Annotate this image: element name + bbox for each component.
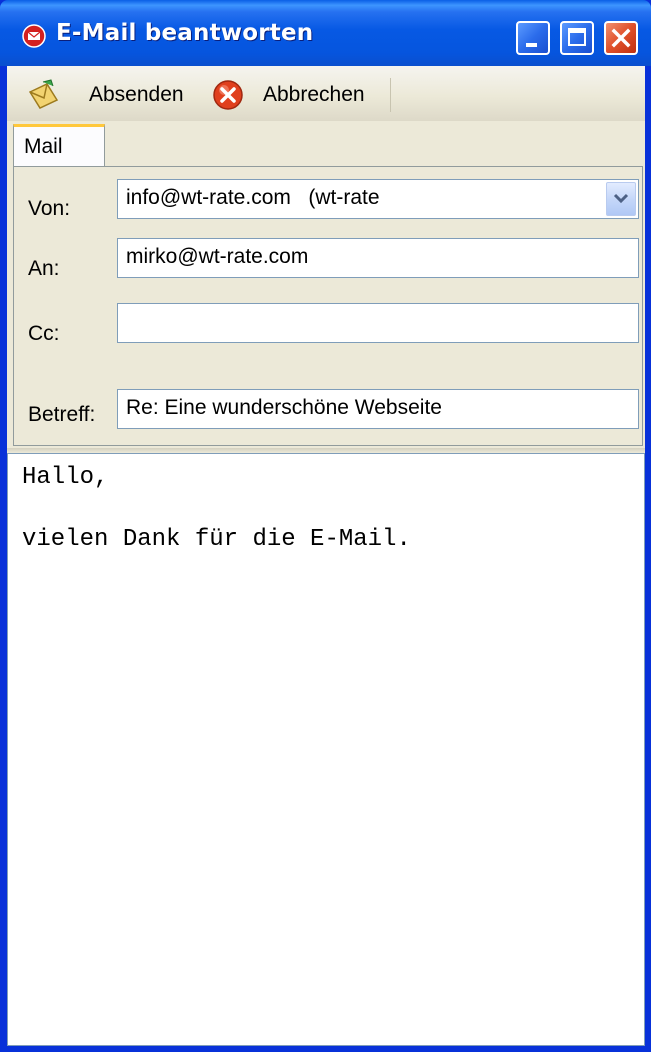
minimize-button[interactable] — [516, 21, 550, 55]
toolbar: Absenden Abbrechen — [7, 66, 645, 121]
title-bar[interactable]: E-Mail beantworten — [0, 0, 651, 66]
send-label: Absenden — [89, 83, 184, 106]
maximize-icon — [568, 28, 586, 46]
client-area: Absenden Abbrechen Mail Von: info@wt-rat… — [7, 66, 645, 1046]
subject-field[interactable]: Re: Eine wunderschöne Webseite — [117, 389, 639, 429]
send-button[interactable]: Absenden — [27, 78, 187, 112]
mail-header-panel: Von: info@wt-rate.com (wt-rate An: mirko… — [13, 166, 643, 446]
body-line: vielen Dank für die E-Mail. — [22, 526, 411, 553]
from-dropdown-button[interactable] — [606, 182, 636, 216]
subject-value: Re: Eine wunderschöne Webseite — [126, 396, 442, 419]
minimize-icon — [526, 43, 537, 47]
chevron-down-icon — [613, 193, 629, 204]
cc-field[interactable] — [117, 303, 639, 343]
tab-mail-label: Mail — [24, 135, 63, 158]
close-button[interactable] — [604, 21, 638, 55]
maximize-button[interactable] — [560, 21, 594, 55]
from-label: Von: — [28, 197, 71, 220]
reply-window: E-Mail beantworten Absenden Abbrechen Ma… — [0, 0, 651, 1052]
tab-mail[interactable]: Mail — [13, 124, 105, 168]
from-select[interactable]: info@wt-rate.com (wt-rate — [117, 179, 639, 219]
subject-label: Betreff: — [28, 403, 96, 426]
send-envelope-icon — [28, 79, 59, 109]
toolbar-separator — [390, 78, 391, 112]
body-line: Hallo, — [22, 464, 109, 491]
mail-reply-icon — [22, 24, 46, 48]
cc-label: Cc: — [28, 322, 60, 345]
from-value: info@wt-rate.com (wt-rate — [126, 186, 380, 209]
message-body-editor[interactable]: Hallo, vielen Dank für die E-Mail. — [7, 453, 645, 1046]
to-field[interactable]: mirko@wt-rate.com — [117, 238, 639, 278]
to-label: An: — [28, 257, 60, 280]
cancel-x-icon — [213, 80, 243, 110]
cancel-button[interactable]: Abbrechen — [211, 78, 381, 112]
window-title: E-Mail beantworten — [56, 20, 314, 46]
close-icon — [611, 28, 631, 48]
to-value: mirko@wt-rate.com — [126, 245, 309, 268]
cancel-label: Abbrechen — [263, 83, 365, 106]
